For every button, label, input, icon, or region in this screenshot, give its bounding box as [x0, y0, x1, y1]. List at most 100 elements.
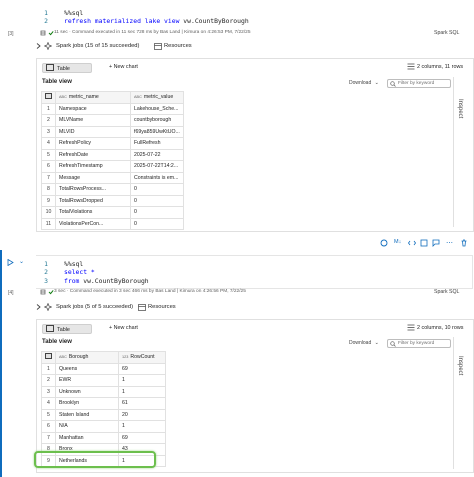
table-cell[interactable]: TotalViolations: [55, 206, 131, 219]
table-cell[interactable]: 20: [118, 408, 166, 421]
run-all-icon[interactable]: [420, 239, 428, 249]
table-cell[interactable]: MLVName: [55, 114, 131, 127]
new-chart-button[interactable]: + New chart: [109, 325, 138, 331]
table-cell[interactable]: Manhattan: [55, 431, 119, 444]
collapse-icon[interactable]: [40, 30, 46, 36]
table-cell[interactable]: TotalRowsProcess...: [55, 183, 131, 196]
table-cell[interactable]: Message: [55, 171, 131, 184]
table-cell[interactable]: Queens: [55, 362, 119, 375]
code-editor-1[interactable]: 1 2 %%sql refresh materialized lake view…: [36, 0, 472, 28]
more-icon[interactable]: ⋯: [446, 239, 453, 247]
tab-table[interactable]: Table: [42, 63, 92, 73]
table-row[interactable]: 4 RefreshPolicy FullRefresh: [41, 137, 184, 150]
table-cell[interactable]: RefreshPolicy: [55, 137, 131, 150]
inspect-tab[interactable]: Inspect: [457, 99, 463, 118]
table-row[interactable]: 5 Staten Island 20: [41, 408, 166, 421]
copilot-icon[interactable]: [380, 239, 388, 249]
spark-jobs-link[interactable]: Spark jobs (5 of 5 succeeded): [56, 304, 133, 310]
language-label[interactable]: Spark SQL: [434, 30, 459, 36]
table-header-row: ABC Borough 123 RowCount: [41, 351, 166, 364]
delete-icon[interactable]: [460, 239, 468, 249]
line-number: 3: [44, 277, 48, 285]
spark-jobs-link[interactable]: Spark jobs (15 of 15 succeeded): [56, 43, 139, 49]
table-cell[interactable]: 0: [130, 183, 184, 196]
run-cell-icon[interactable]: [7, 258, 14, 268]
download-dropdown[interactable]: Download ⌄: [349, 80, 379, 86]
code-icon[interactable]: [408, 239, 416, 249]
table-cell[interactable]: 69: [118, 362, 166, 375]
table-row[interactable]: 9 TotalRowsDropped 0: [41, 194, 184, 207]
table-cell[interactable]: RefreshTimestamp: [55, 160, 131, 173]
comment-icon[interactable]: [432, 239, 440, 249]
inspect-tab[interactable]: Inspect: [457, 356, 463, 375]
table-row[interactable]: 3 MLVID f69ya859UwKtUO...: [41, 125, 184, 138]
table-row[interactable]: 11 ViolationsPerCon... 0: [41, 217, 184, 230]
table-icon: [46, 325, 54, 332]
row-number: 8: [41, 183, 56, 196]
table-cell[interactable]: countbyborough: [130, 114, 184, 127]
filter-input[interactable]: Filter by keyword: [387, 79, 451, 88]
table-row[interactable]: 2 EWR 1: [41, 374, 166, 387]
table-cell[interactable]: FullRefresh: [130, 137, 184, 150]
table-cell[interactable]: Namespace: [55, 102, 131, 115]
resources-link[interactable]: Resources: [164, 43, 192, 49]
filter-input[interactable]: Filter by keyword: [387, 339, 451, 348]
chevron-right-icon[interactable]: [36, 304, 41, 310]
table-cell[interactable]: 69: [118, 431, 166, 444]
table-cell[interactable]: 1: [118, 385, 166, 398]
table-cell[interactable]: 1: [118, 420, 166, 433]
table-cell[interactable]: Lakehouse_Sche...: [130, 102, 184, 115]
table-row[interactable]: 7 Manhattan 69: [41, 431, 166, 444]
table-cell[interactable]: N/A: [55, 420, 119, 433]
download-dropdown[interactable]: Download ⌄: [349, 340, 379, 346]
markdown-icon[interactable]: M↓: [394, 239, 401, 245]
sql-identifier: vw.CountByBorough: [179, 17, 249, 25]
chevron-down-icon[interactable]: ⌄: [19, 258, 24, 265]
table-cell[interactable]: f69ya859UwKtUO...: [130, 125, 184, 138]
table-row[interactable]: 7 Message Constraints is em...: [41, 171, 184, 184]
column-header[interactable]: 123 RowCount: [118, 351, 166, 364]
table-cell[interactable]: 1: [118, 374, 166, 387]
table-cell[interactable]: 2025-07-22: [130, 148, 184, 161]
resources-link[interactable]: Resources: [148, 304, 176, 310]
table-cell[interactable]: TotalRowsDropped: [55, 194, 131, 207]
code-editor-2[interactable]: 1 2 3 %%sql select * from vw.CountByBoro…: [36, 255, 473, 289]
table-cell[interactable]: 0: [130, 206, 184, 219]
table-cell[interactable]: ViolationsPerCon...: [55, 217, 131, 230]
table-cell[interactable]: 0: [130, 217, 184, 230]
chevron-down-icon: ⌄: [374, 80, 379, 86]
spark-icon: [43, 41, 53, 51]
table-row[interactable]: 8 TotalRowsProcess... 0: [41, 183, 184, 196]
table-cell[interactable]: Staten Island: [55, 408, 119, 421]
table-cell[interactable]: Unknown: [55, 385, 119, 398]
table-row[interactable]: 5 RefreshDate 2025-07-22: [41, 148, 184, 161]
table-row[interactable]: 2 MLVName countbyborough: [41, 114, 184, 127]
table-row[interactable]: 1 Namespace Lakehouse_Sche...: [41, 102, 184, 115]
table-row[interactable]: 6 RefreshTimestamp 2025-07-22T14:2...: [41, 160, 184, 173]
select-all-icon[interactable]: [41, 91, 56, 104]
table-cell[interactable]: Constraints is em...: [130, 171, 184, 184]
table-row[interactable]: 3 Unknown 1: [41, 385, 166, 398]
table-cell[interactable]: 61: [118, 397, 166, 410]
new-chart-button[interactable]: + New chart: [109, 64, 138, 70]
column-header[interactable]: ABC Borough: [55, 351, 119, 364]
chevron-right-icon[interactable]: [36, 43, 41, 49]
table-row[interactable]: 1 Queens 69: [41, 362, 166, 375]
tab-table[interactable]: Table: [42, 324, 92, 334]
table-cell[interactable]: RefreshDate: [55, 148, 131, 161]
table-cell[interactable]: 2025-07-22T14:2...: [130, 160, 184, 173]
table-row[interactable]: 4 Brooklyn 61: [41, 397, 166, 410]
column-header[interactable]: ABC metric_value: [130, 91, 184, 104]
column-header-label: RowCount: [130, 354, 155, 361]
table-cell[interactable]: Brooklyn: [55, 397, 119, 410]
column-header[interactable]: ABC metric_name: [55, 91, 131, 104]
select-all-icon[interactable]: [41, 351, 56, 364]
collapse-icon[interactable]: [40, 289, 46, 295]
language-label[interactable]: Spark SQL: [434, 289, 459, 295]
table-cell[interactable]: MLVID: [55, 125, 131, 138]
table-cell[interactable]: 0: [130, 194, 184, 207]
resources-icon: [154, 43, 162, 50]
table-cell[interactable]: EWR: [55, 374, 119, 387]
table-row[interactable]: 6 N/A 1: [41, 420, 166, 433]
table-row[interactable]: 10 TotalViolations 0: [41, 206, 184, 219]
